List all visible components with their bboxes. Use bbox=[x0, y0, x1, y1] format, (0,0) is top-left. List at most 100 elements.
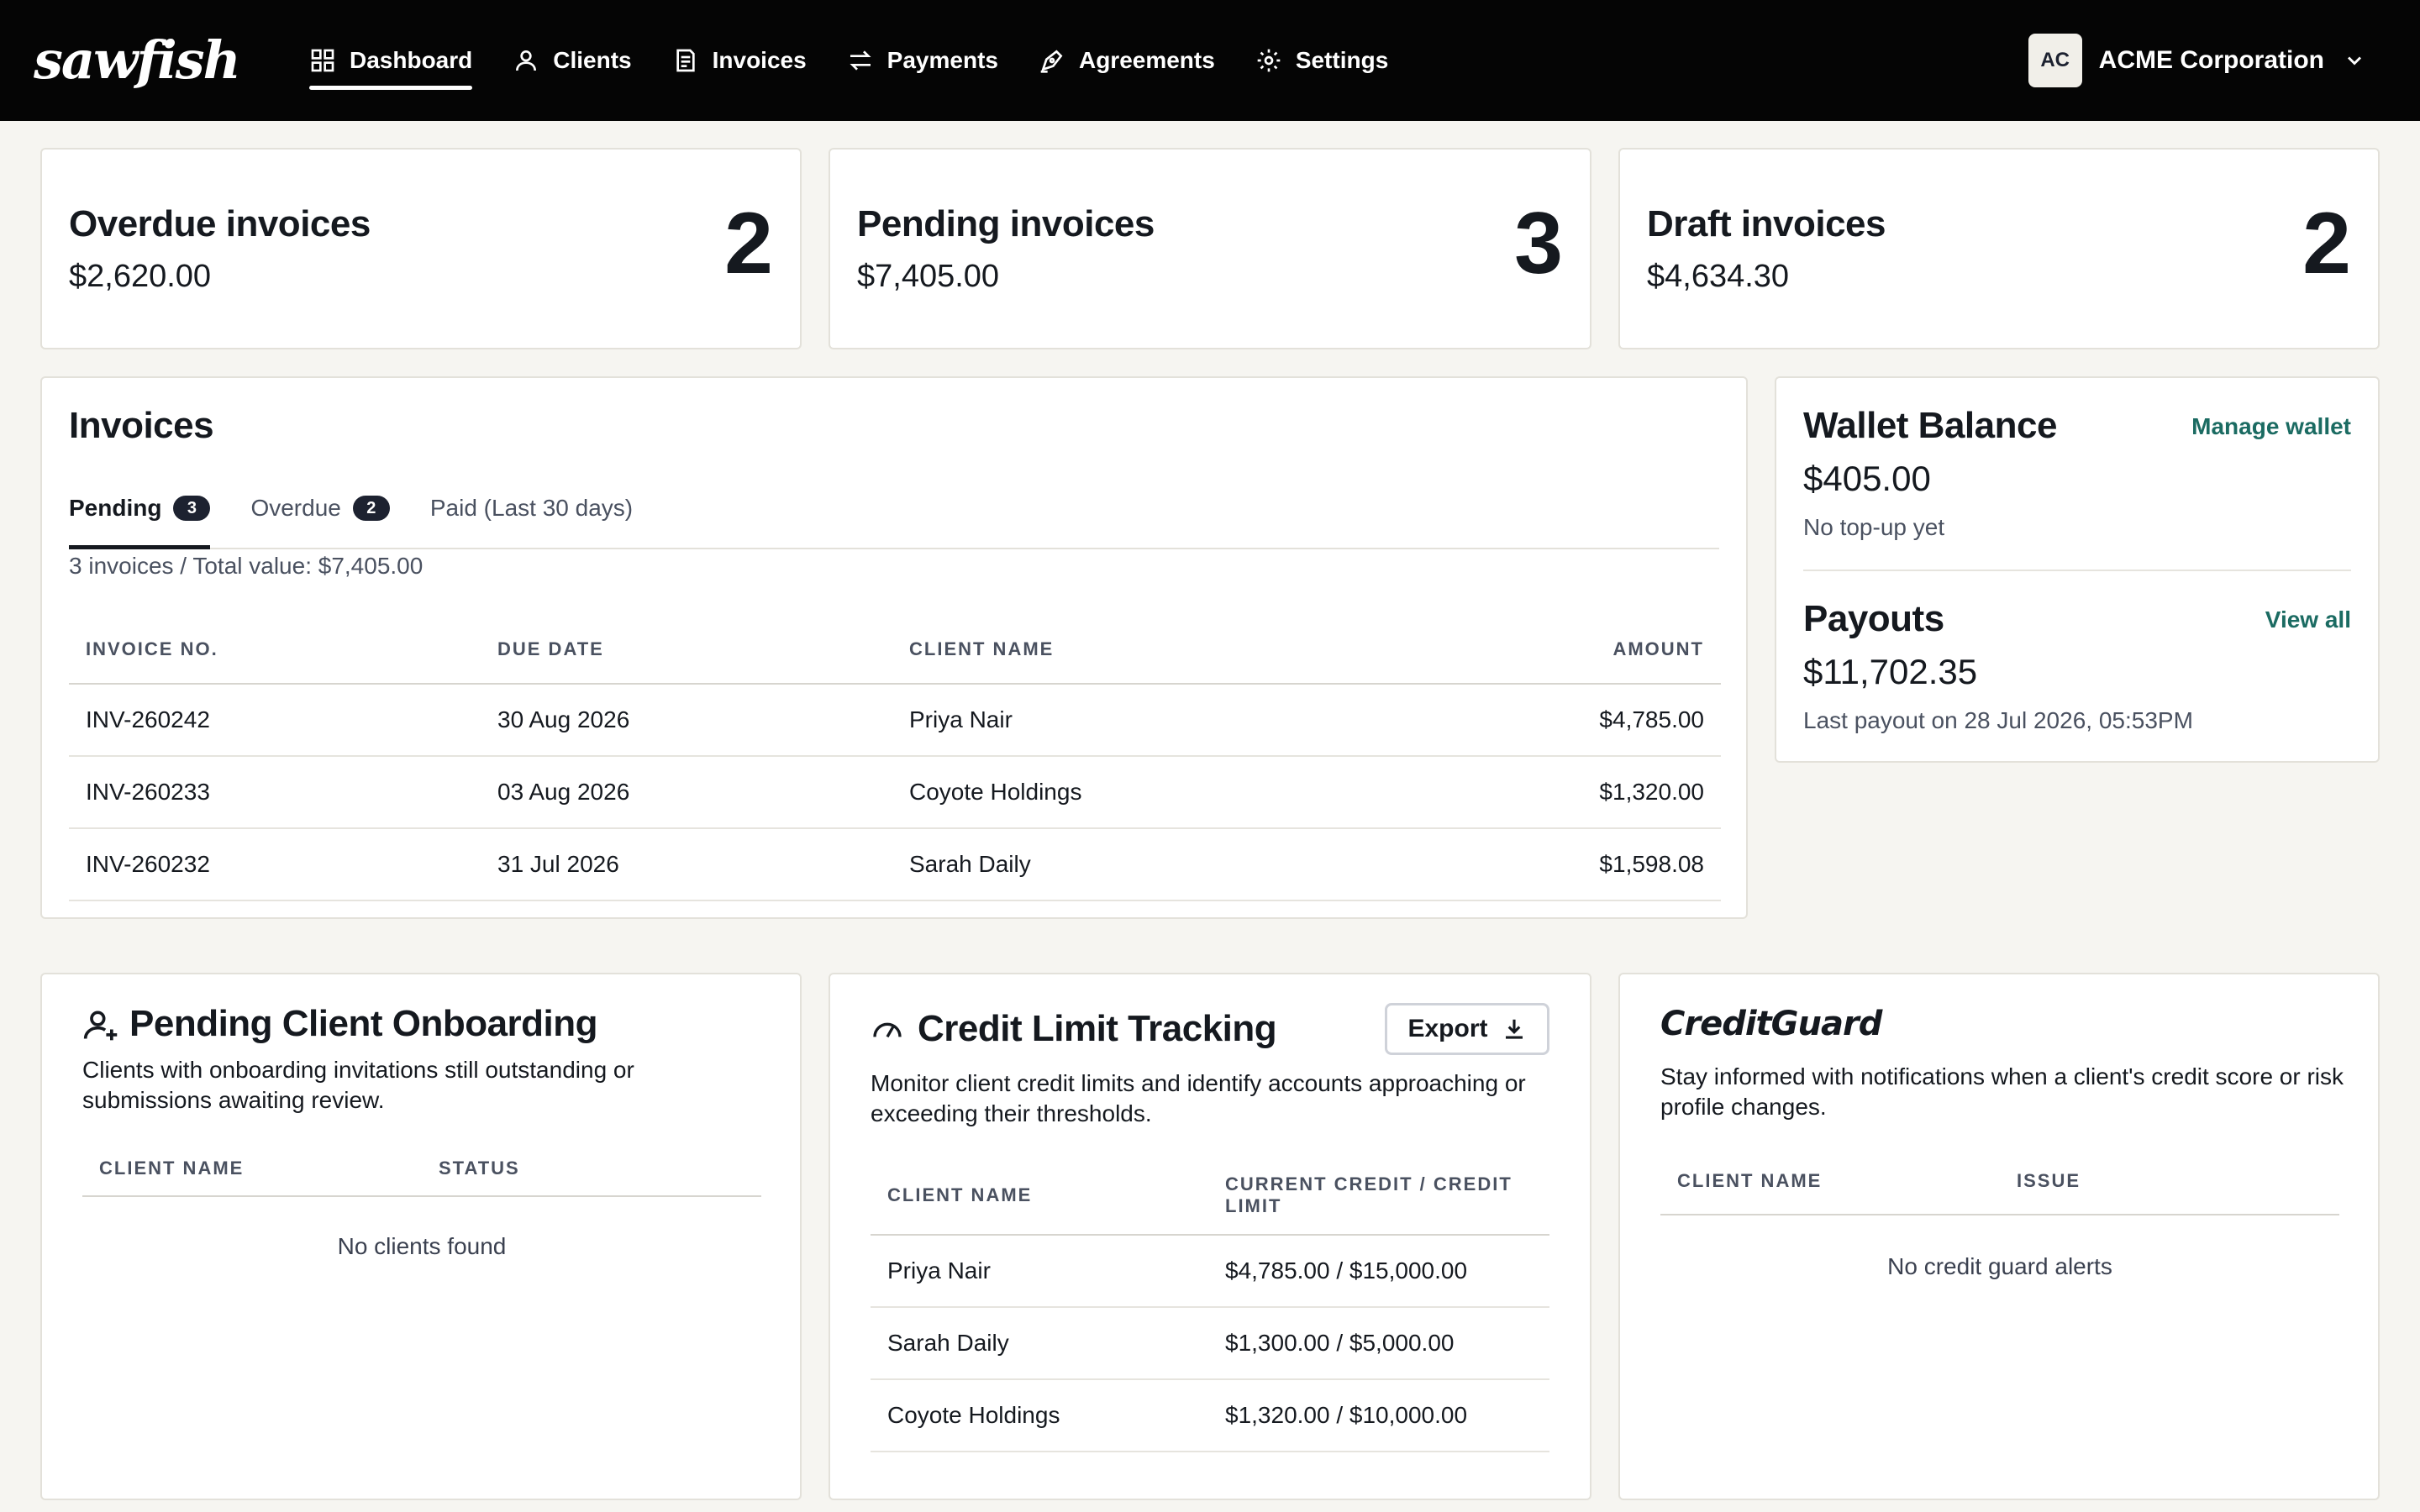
tab-label: Paid (Last 30 days) bbox=[429, 495, 634, 521]
table-row[interactable]: INV-260232 31 Jul 2026 Sarah Daily $1,59… bbox=[69, 828, 1721, 901]
view-all-payouts-link[interactable]: View all bbox=[2265, 606, 2351, 633]
stat-count: 2 bbox=[2302, 195, 2351, 292]
due-date: 31 Jul 2026 bbox=[481, 828, 892, 901]
empty-state: No credit guard alerts bbox=[1887, 1253, 2112, 1279]
gauge-icon bbox=[873, 1022, 902, 1038]
column-header: CLIENT NAME bbox=[82, 1141, 422, 1197]
column-header: DUE DATE bbox=[481, 615, 892, 685]
payouts-amount: $11,702.35 bbox=[1803, 652, 1978, 691]
dashboard-icon bbox=[311, 49, 334, 72]
invoice-icon bbox=[676, 49, 695, 72]
payouts-title: Payouts bbox=[1803, 598, 1944, 639]
tab-pending[interactable]: Pending 3 bbox=[69, 470, 211, 549]
nav-agreements-label: Agreements bbox=[1078, 47, 1215, 73]
transfer-icon bbox=[850, 50, 871, 71]
table-row[interactable]: INV-260242 30 Aug 2026 Priya Nair $4,785… bbox=[69, 684, 1721, 757]
client-name: Priya Nair bbox=[871, 1235, 1208, 1308]
invoice-number[interactable]: INV-260233 bbox=[69, 756, 481, 829]
amount: $1,320.00 bbox=[1380, 756, 1721, 829]
user-icon bbox=[516, 50, 537, 71]
credit-limit-card: Credit Limit Tracking Export Monitor cli… bbox=[829, 973, 1591, 1500]
invoice-number[interactable]: INV-260242 bbox=[69, 684, 481, 757]
stat-card-draft[interactable]: Draft invoices $4,634.30 2 bbox=[1618, 148, 2380, 349]
count-badge: 2 bbox=[352, 496, 390, 521]
stat-card-pending[interactable]: Pending invoices $7,405.00 3 bbox=[829, 148, 1591, 349]
credit-usage: $1,320.00 / $10,000.00 bbox=[1208, 1379, 1549, 1452]
top-navigation-bar: sawfish Dashboard Clients Invoices Payme… bbox=[0, 0, 2420, 121]
invoice-number[interactable]: INV-260232 bbox=[69, 828, 481, 901]
column-header: CURRENT CREDIT / CREDIT LIMIT bbox=[1208, 1156, 1549, 1236]
nav-settings[interactable]: Settings bbox=[1255, 0, 1388, 121]
client-name: Coyote Holdings bbox=[892, 756, 1380, 829]
stat-amount: $7,405.00 bbox=[857, 259, 1000, 294]
client-name: Sarah Daily bbox=[871, 1307, 1208, 1380]
credit-limit-title: Credit Limit Tracking bbox=[918, 1008, 1277, 1049]
invoices-card: Invoices Pending 3 Overdue 2 Paid (Last … bbox=[40, 376, 1748, 919]
tab-paid[interactable]: Paid (Last 30 days) bbox=[430, 470, 633, 546]
tab-label: Pending bbox=[69, 495, 162, 521]
creditguard-table: CLIENT NAME ISSUE bbox=[1660, 1147, 2339, 1215]
column-header: INVOICE NO. bbox=[69, 615, 481, 685]
export-button-label: Export bbox=[1407, 1015, 1488, 1042]
divider bbox=[1803, 570, 2351, 571]
tab-overdue[interactable]: Overdue 2 bbox=[250, 470, 390, 546]
nav-payments[interactable]: Payments bbox=[847, 0, 998, 121]
amount: $1,598.08 bbox=[1380, 828, 1721, 901]
export-button[interactable]: Export bbox=[1385, 1003, 1549, 1055]
creditguard-logo: CreditGuard bbox=[1660, 1005, 1882, 1043]
user-plus-icon bbox=[83, 1011, 118, 1041]
nav-settings-label: Settings bbox=[1295, 47, 1389, 73]
tab-label: Overdue bbox=[250, 495, 341, 521]
avatar: AC bbox=[2028, 34, 2082, 87]
empty-state: No clients found bbox=[337, 1233, 507, 1259]
wallet-title: Wallet Balance bbox=[1803, 405, 2057, 446]
nav-agreements[interactable]: Agreements bbox=[1039, 0, 1215, 121]
table-row[interactable]: Coyote Holdings $1,320.00 / $10,000.00 bbox=[871, 1379, 1549, 1452]
main-nav: Dashboard Clients Invoices Payments Agre… bbox=[309, 0, 1428, 121]
payouts-note: Last payout on 28 Jul 2026, 05:53PM bbox=[1803, 707, 2193, 733]
gear-icon bbox=[1257, 49, 1281, 72]
account-switcher[interactable]: AC ACME Corporation bbox=[2028, 34, 2366, 87]
invoice-summary: 3 invoices / Total value: $7,405.00 bbox=[69, 553, 424, 579]
column-header: STATUS bbox=[422, 1141, 761, 1197]
chevron-down-icon bbox=[2347, 56, 2362, 66]
stat-card-overdue[interactable]: Overdue invoices $2,620.00 2 bbox=[40, 148, 802, 349]
credit-usage: $1,300.00 / $5,000.00 bbox=[1208, 1307, 1549, 1380]
signature-icon bbox=[1040, 50, 1063, 73]
wallet-balance: $405.00 bbox=[1803, 459, 1931, 498]
stat-title: Draft invoices bbox=[1647, 203, 1886, 244]
credit-usage: $4,785.00 / $15,000.00 bbox=[1208, 1235, 1549, 1308]
table-row[interactable]: Sarah Daily $1,300.00 / $5,000.00 bbox=[871, 1307, 1549, 1380]
column-header: CLIENT NAME bbox=[1660, 1147, 2000, 1215]
wallet-note: No top-up yet bbox=[1803, 514, 1945, 540]
nav-invoices-label: Invoices bbox=[712, 47, 807, 73]
nav-dashboard[interactable]: Dashboard bbox=[309, 0, 473, 121]
column-header: CLIENT NAME bbox=[871, 1156, 1208, 1236]
onboarding-description: Clients with onboarding invitations stil… bbox=[82, 1057, 634, 1113]
nav-clients[interactable]: Clients bbox=[513, 0, 632, 121]
column-header: ISSUE bbox=[2000, 1147, 2339, 1215]
account-name: ACME Corporation bbox=[2098, 46, 2324, 74]
nav-dashboard-label: Dashboard bbox=[350, 47, 473, 73]
invoices-title: Invoices bbox=[69, 405, 214, 446]
onboarding-title: Pending Client Onboarding bbox=[129, 1003, 598, 1044]
stat-title: Overdue invoices bbox=[69, 203, 371, 244]
creditguard-description: Stay informed with notifications when a … bbox=[1660, 1063, 2344, 1120]
wallet-card: Wallet Balance Manage wallet $405.00 No … bbox=[1775, 376, 2380, 763]
nav-payments-label: Payments bbox=[886, 47, 998, 73]
stat-title: Pending invoices bbox=[857, 203, 1155, 244]
column-header: CLIENT NAME bbox=[892, 615, 1380, 685]
invoice-tabs: Pending 3 Overdue 2 Paid (Last 30 days) bbox=[69, 470, 1719, 549]
nav-invoices[interactable]: Invoices bbox=[672, 0, 807, 121]
invoices-table: INVOICE NO. DUE DATE CLIENT NAME AMOUNT … bbox=[69, 615, 1721, 901]
count-badge: 3 bbox=[173, 496, 211, 521]
sawfish-logo[interactable]: sawfish bbox=[34, 34, 241, 87]
table-row[interactable]: Priya Nair $4,785.00 / $15,000.00 bbox=[871, 1235, 1549, 1308]
download-icon bbox=[1505, 1019, 1523, 1039]
client-name: Sarah Daily bbox=[892, 828, 1380, 901]
stat-amount: $4,634.30 bbox=[1647, 259, 1790, 294]
stat-count: 3 bbox=[1514, 195, 1563, 292]
table-row[interactable]: INV-260233 03 Aug 2026 Coyote Holdings $… bbox=[69, 756, 1721, 829]
due-date: 03 Aug 2026 bbox=[481, 756, 892, 829]
manage-wallet-link[interactable]: Manage wallet bbox=[2191, 413, 2351, 440]
